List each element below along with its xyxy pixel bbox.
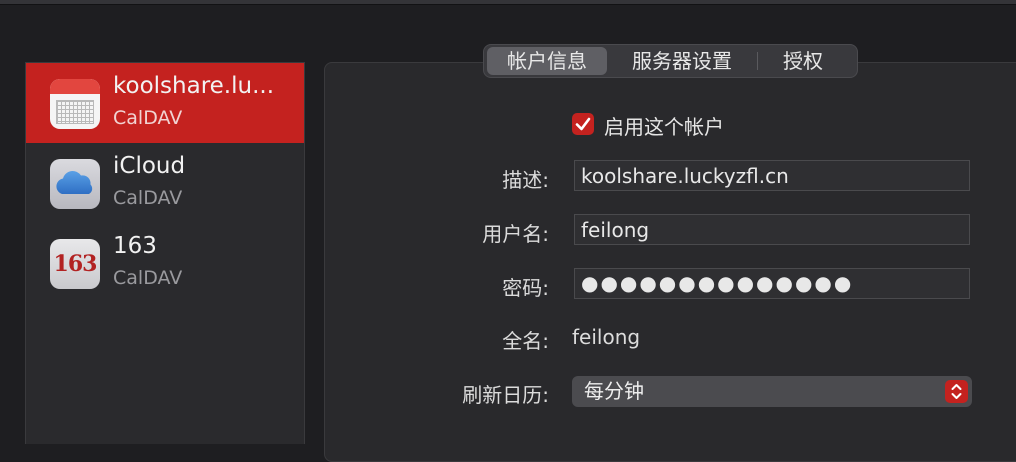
description-label: 描述: xyxy=(502,168,549,192)
fullname-label: 全名: xyxy=(502,329,549,353)
chevron-updown-icon xyxy=(951,384,962,399)
password-field[interactable]: ●●●●●●●●●●●●●● xyxy=(574,268,970,299)
account-type: CalDAV xyxy=(113,267,183,289)
accounts-sidebar: koolshare.lu... CalDAV iCloud CalDAV 163… xyxy=(25,62,305,444)
enable-account-checkbox[interactable] xyxy=(572,113,594,135)
username-field[interactable] xyxy=(574,214,970,245)
refresh-calendar-label: 刷新日历: xyxy=(462,383,549,407)
enable-account-label: 启用这个帐户 xyxy=(604,115,724,139)
tab-account-info[interactable]: 帐户信息 xyxy=(487,47,607,75)
account-type: CalDAV xyxy=(113,107,183,129)
account-name: 163 xyxy=(113,233,157,259)
163-icon: 163 xyxy=(50,239,100,289)
icloud-icon xyxy=(50,159,100,209)
tab-server-settings[interactable]: 服务器设置 xyxy=(607,47,757,75)
account-item-icloud[interactable]: iCloud CalDAV xyxy=(26,143,304,223)
fullname-value: feilong xyxy=(572,325,641,349)
password-label: 密码: xyxy=(502,276,549,300)
window-top-edge xyxy=(0,0,1016,5)
account-type: CalDAV xyxy=(113,187,183,209)
select-stepper xyxy=(945,380,968,403)
account-name: koolshare.lu... xyxy=(113,73,274,99)
description-field[interactable] xyxy=(574,160,970,191)
tab-bar: 帐户信息 服务器设置 授权 xyxy=(483,44,858,78)
account-item-163[interactable]: 163 163 CalDAV xyxy=(26,223,304,303)
163-icon-text: 163 xyxy=(53,251,98,277)
tab-authorization[interactable]: 授权 xyxy=(758,47,848,75)
refresh-calendar-value: 每分钟 xyxy=(584,379,644,403)
checkmark-icon xyxy=(575,117,591,131)
account-item-koolshare[interactable]: koolshare.lu... CalDAV xyxy=(26,63,304,143)
refresh-calendar-select[interactable]: 每分钟 xyxy=(572,376,972,407)
account-name: iCloud xyxy=(113,153,186,179)
calendar-icon xyxy=(50,79,100,129)
username-label: 用户名: xyxy=(482,222,549,246)
